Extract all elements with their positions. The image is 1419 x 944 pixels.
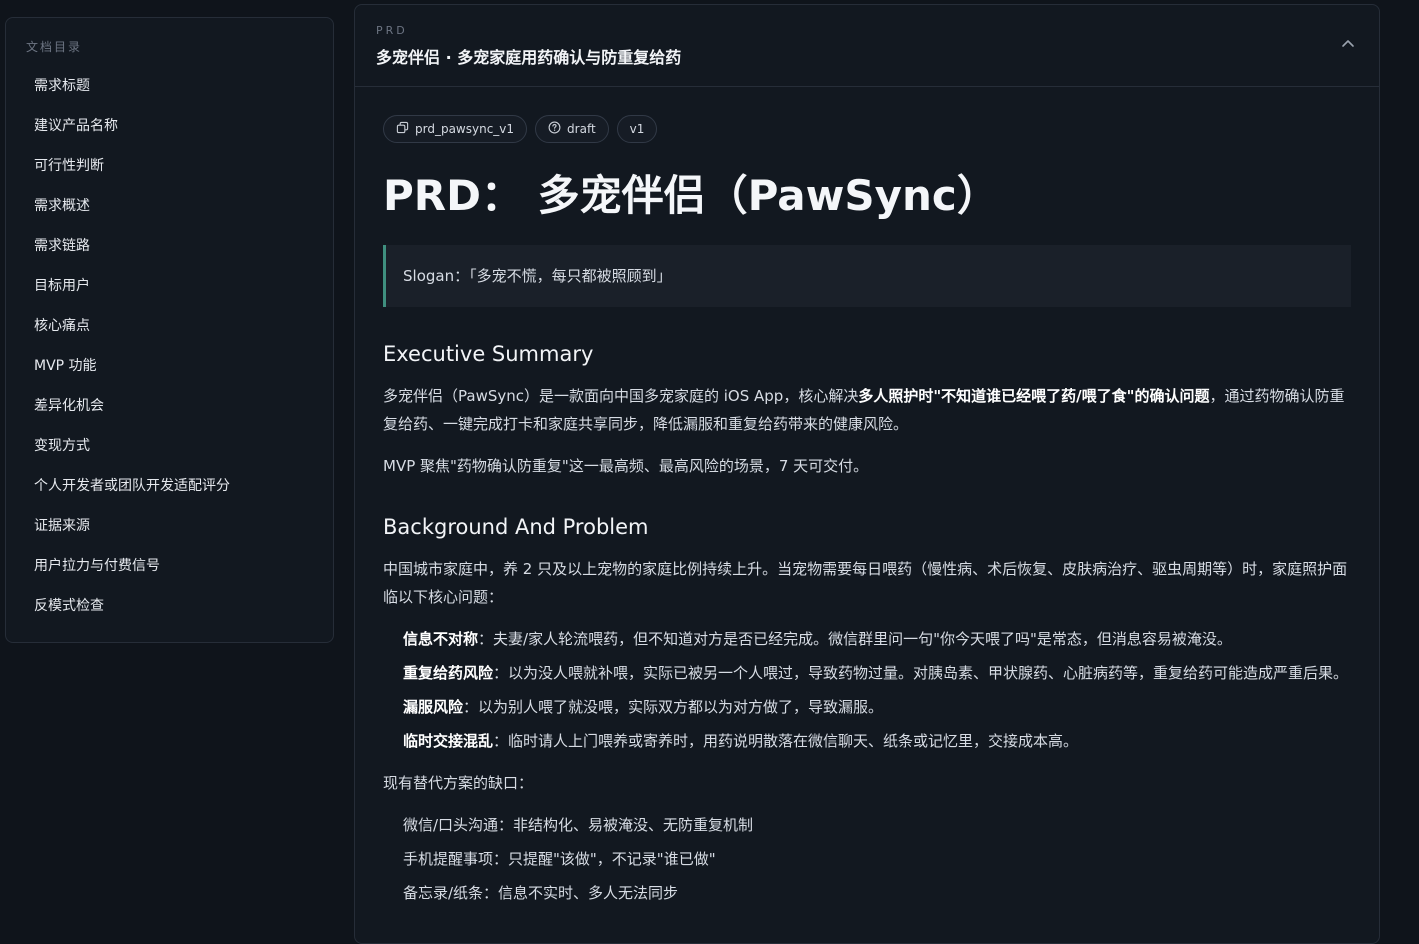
problem-text: ：以为没人喂就补喂，实际已被另一个人喂过，导致药物过量。对胰岛素、甲状腺药、心脏… <box>493 664 1349 682</box>
exec-text-a: 多宠伴侣（PawSync）是一款面向中国多宠家庭的 iOS App，核心解决 <box>383 387 859 405</box>
list-item: 临时交接混乱：临时请人上门喂养或寄养时，用药说明散落在微信聊天、纸条或记忆里，交… <box>383 727 1351 755</box>
toc-title: 文档目录 <box>26 40 83 54</box>
version-label: v1 <box>629 122 645 136</box>
alternatives-heading: 现有替代方案的缺口： <box>383 774 534 792</box>
list-item: 重复给药风险：以为没人喂就补喂，实际已被另一个人喂过，导致药物过量。对胰岛素、甲… <box>383 659 1351 687</box>
status-chip: draft <box>535 115 609 143</box>
doc-title: PRD： 多宠伴侣（PawSync） <box>383 171 999 220</box>
version-chip: v1 <box>616 115 658 143</box>
toc-item-anti-patterns[interactable]: 反模式检查 <box>6 586 333 626</box>
help-circle-icon <box>548 121 561 137</box>
list-item: 手机提醒事项：只提醒"该做"，不记录"谁已做" <box>403 850 716 868</box>
problem-list: 信息不对称：夫妻/家人轮流喂药，但不知道对方是否已经完成。微信群里问一句"你今天… <box>383 625 1351 755</box>
list-item: 微信/口头沟通：非结构化、易被淹没、无防重复机制 <box>403 816 754 834</box>
exec-summary-paragraph: 多宠伴侣（PawSync）是一款面向中国多宠家庭的 iOS App，核心解决多人… <box>383 382 1351 438</box>
list-item: 备忘录/纸条：信息不实时、多人无法同步 <box>403 884 679 902</box>
problem-text: ：以为别人喂了就没喂，实际双方都以为对方做了，导致漏服。 <box>463 698 884 716</box>
toc-item-mvp[interactable]: MVP 功能 <box>6 346 333 386</box>
problem-text: ：夫妻/家人轮流喂药，但不知道对方是否已经完成。微信群里问一句"你今天喂了吗"是… <box>478 630 1232 648</box>
problem-term: 重复给药风险 <box>403 664 494 682</box>
slogan-blockquote: Slogan：「多宠不慌，每只都被照顾到」 <box>383 245 1351 307</box>
toc-item-monetization[interactable]: 变现方式 <box>6 426 333 466</box>
document-content: prd_pawsync_v1 draft v1 PRD： 多宠伴侣（PawSyn… <box>355 87 1379 907</box>
problem-term: 漏服风险 <box>403 698 464 716</box>
section-heading-executive-summary: Executive Summary <box>383 342 594 366</box>
section-heading-background: Background And Problem <box>383 515 649 539</box>
exec-text-bold: 多人照护时"不知道谁已经喂了药/喂了食"的确认问题 <box>858 387 1210 405</box>
copy-icon <box>396 121 409 137</box>
toc-item-user-pull[interactable]: 用户拉力与付费信号 <box>6 546 333 586</box>
list-item: 信息不对称：夫妻/家人轮流喂药，但不知道对方是否已经完成。微信群里问一句"你今天… <box>383 625 1351 653</box>
status-label: draft <box>567 122 596 136</box>
toc-sidebar: 文档目录 需求标题 建议产品名称 可行性判断 需求概述 需求链路 目标用户 核心… <box>5 17 334 643</box>
doc-id-chip: prd_pawsync_v1 <box>383 115 528 143</box>
mvp-focus-paragraph: MVP 聚焦"药物确认防重复"这一最高频、最高风险的场景，7 天可交付。 <box>383 457 869 475</box>
toc-item-differentiation[interactable]: 差异化机会 <box>6 386 333 426</box>
problem-term: 信息不对称 <box>403 630 479 648</box>
toc-item-product-name[interactable]: 建议产品名称 <box>6 106 333 146</box>
chevron-up-icon[interactable] <box>1339 35 1357 53</box>
problem-text: ：临时请人上门喂养或寄养时，用药说明散落在微信聊天、纸条或记忆里，交接成本高。 <box>493 732 1079 750</box>
toc-item-chain[interactable]: 需求链路 <box>6 226 333 266</box>
doc-id-label: prd_pawsync_v1 <box>415 122 515 136</box>
toc-item-overview[interactable]: 需求概述 <box>6 186 333 226</box>
problem-term: 临时交接混乱 <box>403 732 494 750</box>
toc-item-fit-score[interactable]: 个人开发者或团队开发适配评分 <box>6 466 333 506</box>
prd-panel: PRD 多宠伴侣 · 多宠家庭用药确认与防重复给药 prd_pawsync_v1… <box>354 4 1380 944</box>
toc-item-evidence[interactable]: 证据来源 <box>6 506 333 546</box>
panel-eyebrow: PRD <box>376 24 408 37</box>
background-paragraph: 中国城市家庭中，养 2 只及以上宠物的家庭比例持续上升。当宠物需要每日喂药（慢性… <box>383 560 1348 606</box>
list-item: 漏服风险：以为别人喂了就没喂，实际双方都以为对方做了，导致漏服。 <box>383 693 1351 721</box>
toc-item-feasibility[interactable]: 可行性判断 <box>6 146 333 186</box>
toc-item-target-users[interactable]: 目标用户 <box>6 266 333 306</box>
panel-title: 多宠伴侣 · 多宠家庭用药确认与防重复给药 <box>376 48 682 67</box>
panel-header[interactable]: PRD 多宠伴侣 · 多宠家庭用药确认与防重复给药 <box>355 5 1379 87</box>
toc-item-pain-points[interactable]: 核心痛点 <box>6 306 333 346</box>
toc-item-title[interactable]: 需求标题 <box>6 66 333 106</box>
alternatives-list: 微信/口头沟通：非结构化、易被淹没、无防重复机制 手机提醒事项：只提醒"该做"，… <box>383 811 1351 907</box>
doc-meta-chips: prd_pawsync_v1 draft v1 <box>383 115 1351 143</box>
